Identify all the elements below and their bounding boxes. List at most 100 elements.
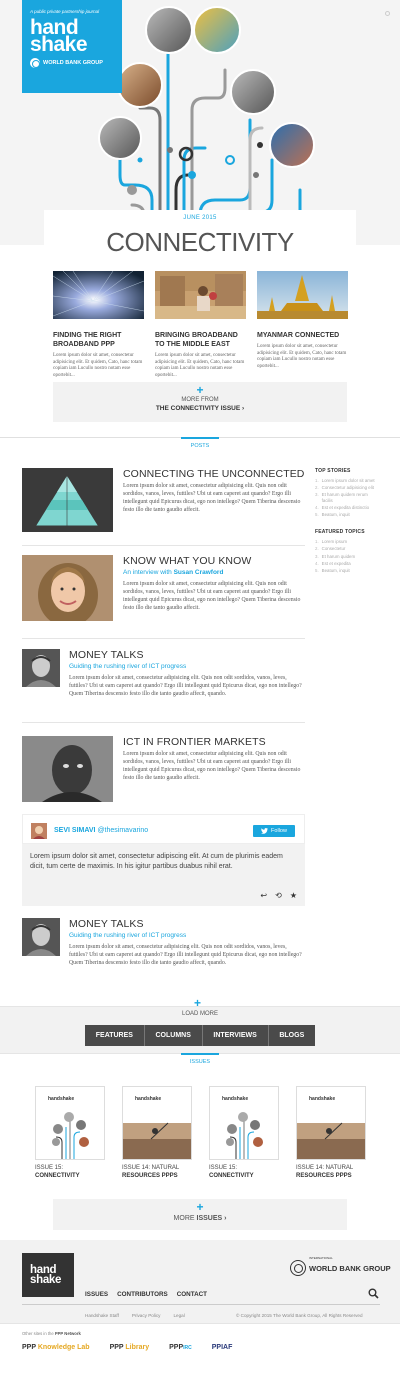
issue-cover[interactable]: handshake (296, 1086, 366, 1160)
network-label: Other sites in the PPP Network (22, 1331, 81, 1336)
post-thumbnail (22, 468, 113, 532)
footer-link-legal[interactable]: Legal (173, 1313, 184, 1318)
top-story-item[interactable]: 3. Et harum quidem rerum facilis (315, 492, 379, 502)
search-icon[interactable] (368, 1288, 379, 1299)
filter-columns[interactable]: COLUMNS (144, 1025, 203, 1046)
more-issues-link[interactable]: MORE ISSUES › (53, 1215, 347, 1222)
issue-cover[interactable]: handshake (35, 1086, 105, 1160)
feature-title[interactable]: BRINGING BROADBAND TO THE MIDDLE EAST (155, 331, 246, 349)
issue-card[interactable]: handshake ISSUE 15: CONNECTIVITY (35, 1086, 105, 1180)
top-story-item[interactable]: 1. Lorem ipsum dolor sit amet (315, 478, 379, 483)
follow-label: Follow (271, 828, 287, 834)
footer-link-privacy[interactable]: Privacy Policy (132, 1313, 161, 1318)
topic-item[interactable]: 2. Consectetur (315, 546, 379, 551)
footer-nav-contributors[interactable]: CONTRIBUTORS (117, 1291, 168, 1298)
post-item[interactable]: MONEY TALKS Guiding the rushing river of… (22, 649, 305, 719)
post-title[interactable]: CONNECTING THE UNCONNECTED (123, 468, 305, 480)
featured-topics-heading: FEATURED TOPICS (315, 529, 365, 536)
partner-library[interactable]: PPP Library (110, 1344, 150, 1351)
issue-card[interactable]: handshake ISSUE 15: CONNECTIVITY (209, 1086, 279, 1180)
issue-card[interactable]: handshake ISSUE 14: NATURAL RESOURCES PP… (122, 1086, 192, 1180)
post-title[interactable]: KNOW WHAT YOU KNOW (123, 555, 251, 567)
partner-prefix: PPP (22, 1344, 38, 1351)
partner-prefix: PPIAF (211, 1344, 233, 1351)
post-title[interactable]: ICT IN FRONTIER MARKETS (123, 736, 266, 748)
feature-article[interactable]: BRINGING BROADBAND TO THE MIDDLE EAST Lo… (155, 271, 246, 379)
item-label: Lorem ipsum dolor sit amet (321, 478, 375, 483)
plus-icon: + (196, 383, 204, 397)
post-title[interactable]: MONEY TALKS (69, 918, 144, 930)
feature-article[interactable]: MYANMAR CONNECTED Lorem ipsum dolor sit … (257, 271, 348, 370)
reply-icon[interactable]: ↩ (260, 891, 267, 900)
feature-image (257, 271, 348, 319)
partner-ppiaf[interactable]: PPIAF (212, 1344, 233, 1351)
retweet-icon[interactable]: ⟲ (275, 891, 282, 900)
filter-interviews[interactable]: INTERVIEWS (202, 1025, 269, 1046)
issue-cover[interactable]: handshake (209, 1086, 279, 1160)
world-bank-logo[interactable]: INTERNATIONAL WORLD BANK GROUP (290, 1256, 391, 1276)
item-number: 5. (315, 512, 319, 518)
network-label-bold: PPP Network (54, 1331, 81, 1336)
issue-caption[interactable]: ISSUE 15: CONNECTIVITY (209, 1165, 279, 1180)
more-from-issue-link[interactable]: THE CONNECTIVITY ISSUE › (53, 405, 347, 412)
filter-blogs[interactable]: BLOGS (268, 1025, 315, 1046)
tab-issues[interactable]: ISSUES (181, 1053, 219, 1065)
tweet-actions: ↩ ⟲ ★ (260, 891, 297, 900)
issue-caption[interactable]: ISSUE 14: NATURAL RESOURCES PPPS (296, 1165, 366, 1180)
footer-divider (22, 1304, 380, 1305)
favorite-icon[interactable]: ★ (290, 891, 297, 900)
footer-nav-contact[interactable]: CONTACT (177, 1291, 207, 1298)
item-number: 1. (315, 539, 319, 545)
category-filters: FEATURES COLUMNS INTERVIEWS BLOGS (85, 1025, 315, 1046)
partner-knowledge-lab[interactable]: PPP Knowledge Lab (22, 1344, 90, 1351)
featured-topics-list: 1. Lorem ipsum 2. Consectetur 3. Et harum q… (315, 539, 379, 573)
top-story-item[interactable]: 5. Beatum, inquit (315, 512, 379, 517)
sidebar: TOP STORIES 1. Lorem ipsum dolor sit amet… (315, 468, 379, 575)
topic-item[interactable]: 4. Est et expedita (315, 561, 379, 566)
partner-logos: PPP Knowledge Lab PPP Library PPPIRC PPI… (22, 1344, 232, 1351)
menu-dot-icon[interactable] (385, 11, 390, 16)
footer-logo[interactable]: hand shake (22, 1253, 74, 1297)
top-story-item[interactable]: 2. Consectetur adipisicing elit (315, 485, 379, 490)
issue-cover[interactable]: handshake (122, 1086, 192, 1160)
tab-posts[interactable]: POSTS (181, 437, 219, 449)
avatar[interactable] (31, 823, 47, 839)
topic-item[interactable]: 5. Beatum, inquit (315, 568, 379, 573)
logo-org: WORLD BANK GROUP (30, 58, 114, 68)
post-item[interactable]: CONNECTING THE UNCONNECTED Lorem ipsum d… (22, 468, 305, 532)
item-label: Beatum, inquit (321, 568, 350, 574)
footer-nav-issues[interactable]: ISSUES (85, 1291, 108, 1298)
item-label: Et harum quidem rerum facilis (321, 492, 368, 503)
feature-article[interactable]: FINDING THE RIGHT BROADBAND PPP Lorem ip… (52, 270, 145, 379)
tab-indicator (181, 1053, 219, 1055)
issue-caption[interactable]: ISSUE 14: NATURAL RESOURCES PPPS (122, 1165, 192, 1180)
logo-tagline: A public private partnership journal (30, 9, 100, 14)
issue-card[interactable]: handshake ISSUE 14: NATURAL RESOURCES PP… (296, 1086, 366, 1180)
post-item[interactable]: MONEY TALKS Guiding the rushing river of… (22, 918, 305, 988)
follow-button[interactable]: Follow (253, 825, 295, 837)
partner-suffix: Knowledge Lab (37, 1344, 90, 1351)
issue-caption[interactable]: ISSUE 15: CONNECTIVITY (35, 1165, 105, 1180)
tweet-author[interactable]: SEVI SIMAVI @thesimavarino (54, 827, 148, 834)
filter-features[interactable]: FEATURES (85, 1025, 145, 1046)
partner-irc[interactable]: PPPIRC (169, 1344, 192, 1351)
post-subtitle-name[interactable]: Susan Crawford (174, 569, 224, 576)
feature-image (155, 271, 246, 319)
post-item[interactable]: KNOW WHAT YOU KNOW An interview with Sus… (22, 555, 305, 621)
issue-number: ISSUE 14: NATURAL (122, 1165, 180, 1171)
top-story-item[interactable]: 4. Est et expedita distinctio (315, 505, 379, 510)
topic-item[interactable]: 1. Lorem ipsum (315, 539, 379, 544)
load-more-button[interactable]: LOAD MORE (0, 1011, 400, 1017)
cover-illustration (123, 1122, 191, 1159)
feature-title[interactable]: MYANMAR CONNECTED (257, 331, 348, 340)
footer-link-staff[interactable]: Handshake Staff (85, 1313, 119, 1318)
issue-number: ISSUE 14: NATURAL (296, 1165, 354, 1171)
post-item[interactable]: ICT IN FRONTIER MARKETS Lorem ipsum dolo… (22, 736, 305, 802)
feature-title[interactable]: FINDING THE RIGHT BROADBAND PPP (53, 331, 144, 349)
topic-item[interactable]: 3. Et harum quidem (315, 554, 379, 559)
post-title[interactable]: MONEY TALKS (69, 649, 144, 661)
more-from-issue-button[interactable]: + MORE FROM THE CONNECTIVITY ISSUE › (53, 382, 347, 422)
more-issues-button[interactable]: + MORE ISSUES › (53, 1199, 347, 1230)
handshake-logo[interactable]: A public private partnership journal han… (22, 0, 122, 93)
feature-excerpt: Lorem ipsum dolor sit amet, consectetur … (53, 353, 143, 378)
